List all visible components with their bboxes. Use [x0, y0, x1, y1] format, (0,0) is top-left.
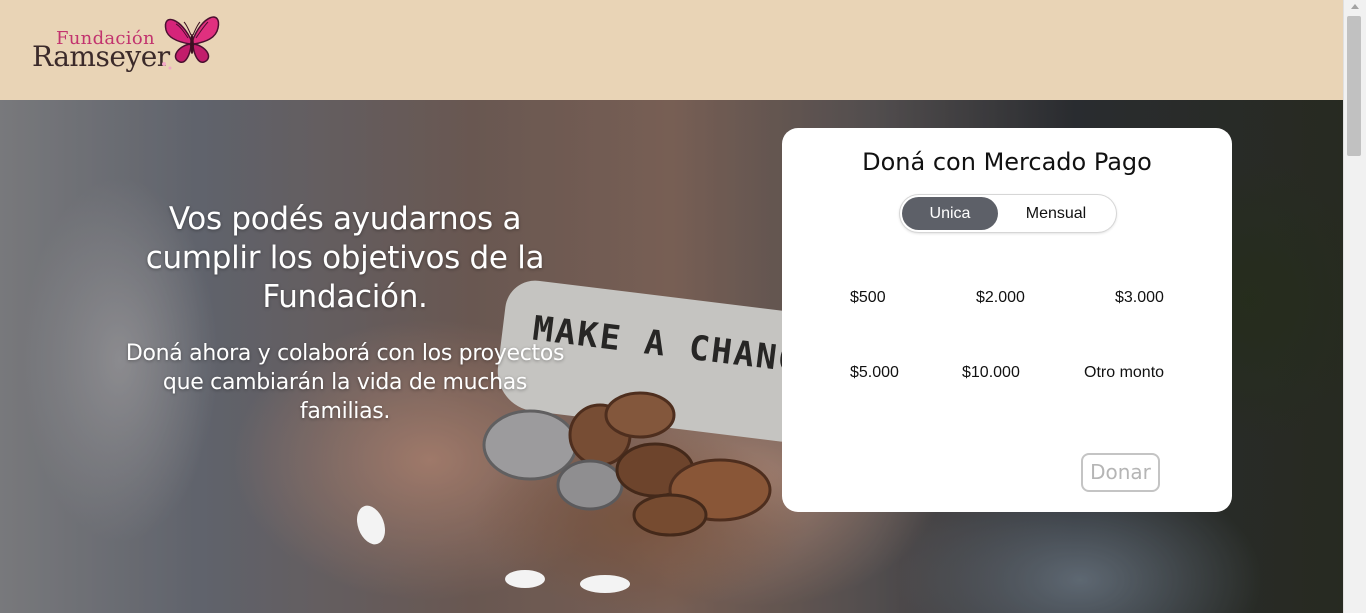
hero-subtitle: Doná ahora y colaborá con los proyectos …	[125, 341, 565, 424]
amount-option-3000[interactable]: $3.000	[1115, 289, 1164, 307]
fingernail	[505, 570, 545, 588]
logo-text-ramseyer: Ramseyer	[32, 40, 170, 73]
fingernail	[351, 501, 391, 549]
fingernail	[580, 575, 630, 593]
foundation-logo[interactable]: Fundación Ramseyer	[32, 8, 232, 78]
donate-button[interactable]: Donar	[1081, 453, 1160, 492]
amount-option-5000[interactable]: $5.000	[850, 364, 899, 382]
amount-option-other[interactable]: Otro monto	[1084, 364, 1164, 382]
toggle-option-unica[interactable]: Unica	[902, 197, 998, 230]
vertical-scrollbar[interactable]	[1343, 0, 1366, 613]
hero-text-block: Vos podés ayudarnos a cumplir los objeti…	[120, 200, 570, 426]
butterfly-icon	[162, 16, 220, 70]
donation-card-title: Doná con Mercado Pago	[862, 148, 1152, 176]
paper-text: MAKE A CHANG	[530, 308, 804, 382]
site-header: Fundación Ramseyer	[0, 0, 1343, 100]
amount-option-2000[interactable]: $2.000	[976, 289, 1025, 307]
scroll-thumb[interactable]	[1347, 16, 1361, 156]
donation-card: Doná con Mercado Pago Unica Mensual $500…	[782, 128, 1232, 512]
toggle-option-mensual[interactable]: Mensual	[998, 197, 1114, 230]
amount-option-10000[interactable]: $10.000	[962, 364, 1020, 382]
frequency-toggle: Unica Mensual	[900, 195, 1116, 232]
scroll-up-arrow-icon[interactable]	[1351, 4, 1359, 9]
amount-option-500[interactable]: $500	[850, 289, 886, 307]
hero-title: Vos podés ayudarnos a cumplir los objeti…	[145, 201, 545, 315]
